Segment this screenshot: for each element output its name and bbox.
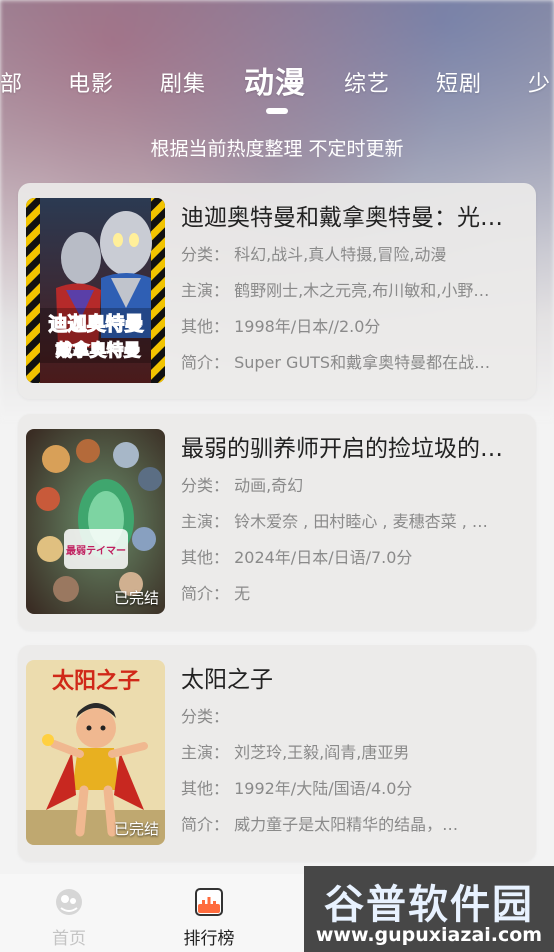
list-item[interactable]: 太阳之子 已完结 太阳之子 分类： 主演： 刘芝玲,王毅,阎青,唐亚男 其他： … xyxy=(18,645,536,861)
poster-title-text: 最弱テイマー xyxy=(66,545,126,557)
nav-ranking[interactable]: 排行榜 xyxy=(169,888,249,949)
item-title[interactable]: 最弱的驯养师开启的捡垃圾的… xyxy=(181,432,526,466)
tab-movies[interactable]: 电影 xyxy=(68,66,114,98)
item-title[interactable]: 太阳之子 xyxy=(181,663,526,697)
tab-kids[interactable]: 少 xyxy=(528,66,551,98)
ranking-icon xyxy=(195,888,223,916)
item-intro: 简介： 威力童子是太阳精华的结晶，… xyxy=(181,815,459,834)
poster-image: 迪迦奥特曼 戴拿奥特曼 xyxy=(26,198,165,383)
watermark-logo-text: 谷普软件园 xyxy=(324,882,534,928)
status-badge: 已完结 xyxy=(113,589,159,607)
home-icon xyxy=(56,889,82,915)
list-item[interactable]: 迪迦奥特曼 戴拿奥特曼 迪迦奥特曼和戴拿奥特曼：光… 分类： 科幻,战斗,真人特… xyxy=(18,183,536,399)
item-other: 其他： 1998年/日本//2.0分 xyxy=(181,317,381,336)
nav-home[interactable]: 首页 xyxy=(29,888,109,949)
tab-all[interactable]: 部 xyxy=(0,66,23,98)
nav-home-label: 首页 xyxy=(52,929,86,949)
item-other: 其他： 2024年/日本/日语/7.0分 xyxy=(181,548,413,567)
item-category: 分类： 科幻,战斗,真人特摄,冒险,动漫 xyxy=(181,245,447,264)
tab-variety[interactable]: 综艺 xyxy=(344,66,390,98)
tab-short-drama[interactable]: 短剧 xyxy=(436,66,482,98)
watermark-url: www.gupuxiazai.com xyxy=(315,924,543,946)
item-intro: 简介： 无 xyxy=(181,584,251,603)
item-cast: 主演： 铃木爱奈 , 田村睦心 , 麦穗杏菜 , … xyxy=(181,512,488,531)
item-intro: 简介： Super GUTS和戴拿奥特曼都在战… xyxy=(181,353,491,372)
nav-ranking-label: 排行榜 xyxy=(183,929,235,949)
item-title[interactable]: 迪迦奥特曼和戴拿奥特曼：光… xyxy=(181,201,526,235)
tab-series[interactable]: 剧集 xyxy=(160,66,206,98)
watermark-overlay: 谷普软件园 www.gupuxiazai.com xyxy=(304,866,554,952)
item-cast: 主演： 鹤野刚士,木之元亮,布川敏和,小野… xyxy=(181,281,490,300)
tab-anime[interactable]: 动漫 xyxy=(244,58,306,102)
active-tab-indicator xyxy=(266,108,288,114)
item-other: 其他： 1992年/大陆/国语/4.0分 xyxy=(181,779,413,798)
status-badge: 已完结 xyxy=(113,820,159,838)
poster-image: 太阳之子 已完结 xyxy=(26,660,165,845)
item-category: 分类： 动画,奇幻 xyxy=(181,476,304,495)
poster-subtitle-text: 戴拿奥特曼 xyxy=(56,340,141,361)
ranking-subtitle: 根据当前热度整理 不定时更新 xyxy=(150,138,404,160)
list-item[interactable]: 最弱テイマー 已完结 最弱的驯养师开启的捡垃圾的… 分类： 动画,奇幻 主演： … xyxy=(18,414,536,630)
poster-title-text: 迪迦奥特曼 xyxy=(48,312,143,335)
poster-image: 最弱テイマー 已完结 xyxy=(26,429,165,614)
item-category: 分类： xyxy=(181,707,230,726)
item-cast: 主演： 刘芝玲,王毅,阎青,唐亚男 xyxy=(181,743,410,762)
poster-title-text: 太阳之子 xyxy=(52,668,140,694)
